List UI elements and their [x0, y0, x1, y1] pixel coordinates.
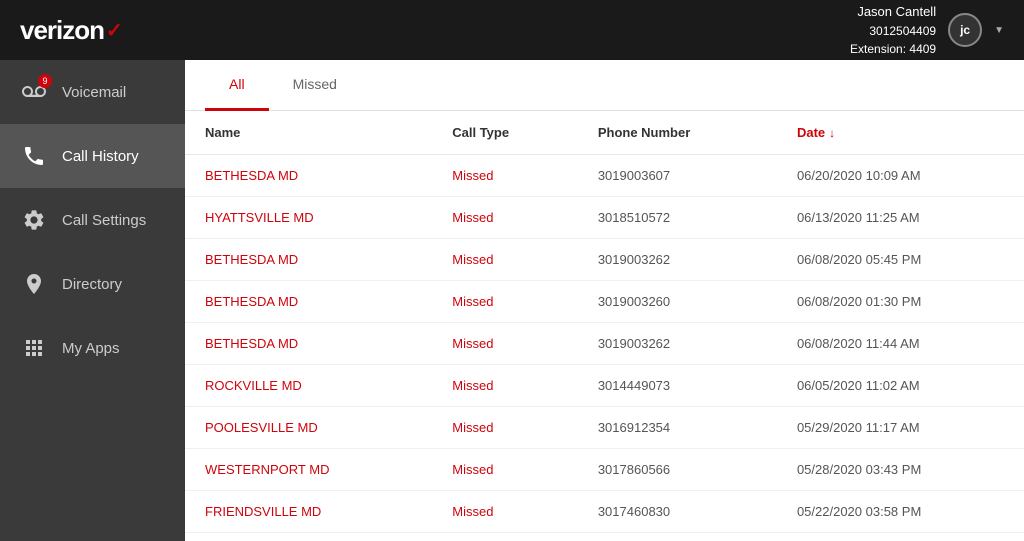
- table-row: POOLESVILLE MD Missed 3016912354 05/29/2…: [185, 407, 1024, 449]
- sidebar: 9 Voicemail Call History Call Settings: [0, 60, 185, 541]
- cell-phone: 3017860566: [578, 449, 777, 491]
- avatar[interactable]: jc: [948, 13, 982, 47]
- sidebar-voicemail-label: Voicemail: [62, 84, 126, 101]
- cell-name[interactable]: BETHESDA MD: [185, 281, 432, 323]
- sidebar-directory-label: Directory: [62, 276, 122, 293]
- cell-call-type: Missed: [432, 365, 578, 407]
- table-header-row: Name Call Type Phone Number Date ↓: [185, 111, 1024, 155]
- table-row: DAMASCUS MD Missed 3013688483 05/21/2020…: [185, 533, 1024, 541]
- col-header-call-type[interactable]: Call Type: [432, 111, 578, 155]
- cell-call-type: Missed: [432, 533, 578, 541]
- col-header-date[interactable]: Date ↓: [777, 111, 1024, 155]
- table-row: BETHESDA MD Missed 3019003607 06/20/2020…: [185, 155, 1024, 197]
- col-header-phone[interactable]: Phone Number: [578, 111, 777, 155]
- table-body: BETHESDA MD Missed 3019003607 06/20/2020…: [185, 155, 1024, 541]
- cell-call-type: Missed: [432, 407, 578, 449]
- table-row: FRIENDSVILLE MD Missed 3017460830 05/22/…: [185, 491, 1024, 533]
- table-row: BETHESDA MD Missed 3019003262 06/08/2020…: [185, 239, 1024, 281]
- cell-phone: 3017460830: [578, 491, 777, 533]
- table-row: ROCKVILLE MD Missed 3014449073 06/05/202…: [185, 365, 1024, 407]
- cell-name[interactable]: DAMASCUS MD: [185, 533, 432, 541]
- call-history-table-container: Name Call Type Phone Number Date ↓: [185, 111, 1024, 541]
- logo: verizon✓: [20, 15, 122, 46]
- call-history-icon: [20, 142, 48, 170]
- cell-date: 06/08/2020 05:45 PM: [777, 239, 1024, 281]
- cell-phone: 3019003260: [578, 281, 777, 323]
- sidebar-call-settings-label: Call Settings: [62, 212, 146, 229]
- sidebar-item-my-apps[interactable]: My Apps: [0, 316, 185, 380]
- logo-check: ✓: [106, 18, 122, 43]
- directory-icon: [20, 270, 48, 298]
- user-info-area: Jason Cantell 3012504409 Extension: 4409…: [850, 2, 1004, 58]
- tabs-bar: All Missed: [185, 60, 1024, 111]
- cell-name[interactable]: HYATTSVILLE MD: [185, 197, 432, 239]
- cell-phone: 3016912354: [578, 407, 777, 449]
- cell-call-type: Missed: [432, 323, 578, 365]
- user-name: Jason Cantell: [850, 2, 936, 22]
- cell-phone: 3019003262: [578, 323, 777, 365]
- cell-phone: 3014449073: [578, 365, 777, 407]
- cell-date: 05/21/2020 02:12 PM: [777, 533, 1024, 541]
- content-area: All Missed Name Call Type Phone Number: [185, 60, 1024, 541]
- call-history-table: Name Call Type Phone Number Date ↓: [185, 111, 1024, 541]
- voicemail-badge: 9: [38, 74, 52, 88]
- tab-missed[interactable]: Missed: [269, 60, 361, 111]
- sidebar-call-history-label: Call History: [62, 148, 139, 165]
- sidebar-my-apps-label: My Apps: [62, 340, 120, 357]
- cell-date: 06/13/2020 11:25 AM: [777, 197, 1024, 239]
- cell-name[interactable]: WESTERNPORT MD: [185, 449, 432, 491]
- cell-phone: 3019003607: [578, 155, 777, 197]
- app-header: verizon✓ Jason Cantell 3012504409 Extens…: [0, 0, 1024, 60]
- user-details: Jason Cantell 3012504409 Extension: 4409: [850, 2, 936, 58]
- main-layout: 9 Voicemail Call History Call Settings: [0, 60, 1024, 541]
- sort-arrow-icon: ↓: [829, 126, 835, 140]
- cell-name[interactable]: BETHESDA MD: [185, 239, 432, 281]
- cell-date: 06/08/2020 01:30 PM: [777, 281, 1024, 323]
- cell-name[interactable]: FRIENDSVILLE MD: [185, 491, 432, 533]
- sidebar-item-voicemail[interactable]: 9 Voicemail: [0, 60, 185, 124]
- cell-date: 06/08/2020 11:44 AM: [777, 323, 1024, 365]
- cell-name[interactable]: ROCKVILLE MD: [185, 365, 432, 407]
- col-header-name[interactable]: Name: [185, 111, 432, 155]
- sidebar-item-directory[interactable]: Directory: [0, 252, 185, 316]
- cell-name[interactable]: POOLESVILLE MD: [185, 407, 432, 449]
- cell-call-type: Missed: [432, 281, 578, 323]
- cell-date: 05/28/2020 03:43 PM: [777, 449, 1024, 491]
- table-row: BETHESDA MD Missed 3019003262 06/08/2020…: [185, 323, 1024, 365]
- cell-call-type: Missed: [432, 155, 578, 197]
- cell-call-type: Missed: [432, 239, 578, 281]
- apps-icon: [20, 334, 48, 362]
- table-row: BETHESDA MD Missed 3019003260 06/08/2020…: [185, 281, 1024, 323]
- tab-all[interactable]: All: [205, 60, 269, 111]
- cell-name[interactable]: BETHESDA MD: [185, 323, 432, 365]
- table-row: WESTERNPORT MD Missed 3017860566 05/28/2…: [185, 449, 1024, 491]
- table-row: HYATTSVILLE MD Missed 3018510572 06/13/2…: [185, 197, 1024, 239]
- cell-phone: 3019003262: [578, 239, 777, 281]
- cell-date: 06/20/2020 10:09 AM: [777, 155, 1024, 197]
- user-phone: 3012504409: [850, 22, 936, 40]
- cell-date: 05/29/2020 11:17 AM: [777, 407, 1024, 449]
- user-extension: Extension: 4409: [850, 40, 936, 58]
- cell-name[interactable]: BETHESDA MD: [185, 155, 432, 197]
- call-settings-icon: [20, 206, 48, 234]
- cell-phone: 3013688483: [578, 533, 777, 541]
- cell-call-type: Missed: [432, 197, 578, 239]
- cell-call-type: Missed: [432, 491, 578, 533]
- user-dropdown-icon[interactable]: ▼: [994, 25, 1004, 36]
- cell-phone: 3018510572: [578, 197, 777, 239]
- cell-date: 05/22/2020 03:58 PM: [777, 491, 1024, 533]
- voicemail-icon: 9: [20, 78, 48, 106]
- sidebar-item-call-history[interactable]: Call History: [0, 124, 185, 188]
- sidebar-item-call-settings[interactable]: Call Settings: [0, 188, 185, 252]
- cell-call-type: Missed: [432, 449, 578, 491]
- logo-text: verizon: [20, 15, 104, 46]
- cell-date: 06/05/2020 11:02 AM: [777, 365, 1024, 407]
